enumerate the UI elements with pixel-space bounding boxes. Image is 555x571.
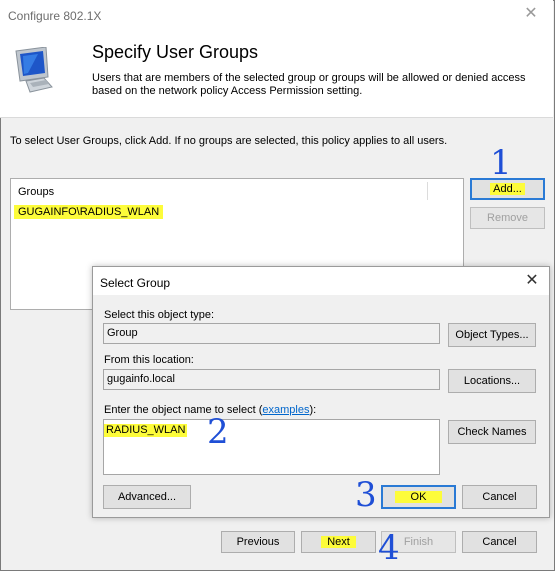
examples-link[interactable]: examples <box>262 404 309 416</box>
advanced-button[interactable]: Advanced... <box>103 485 191 509</box>
column-separator[interactable] <box>427 182 428 200</box>
object-name-label-suffix: ): <box>309 404 317 416</box>
page-description: Users that are members of the selected g… <box>92 72 526 97</box>
object-type-field: Group <box>103 323 440 344</box>
object-name-value: RADIUS_WLAN <box>104 424 188 437</box>
close-icon[interactable]: ✕ <box>519 4 543 24</box>
dialog-title: Select Group <box>100 276 171 290</box>
dialog-close-icon[interactable]: ✕ <box>522 271 542 291</box>
object-types-button[interactable]: Object Types... <box>448 323 536 347</box>
ok-button[interactable]: OK <box>381 485 456 509</box>
instruction-text: To select User Groups, click Add. If no … <box>10 135 448 147</box>
dialog-cancel-button[interactable]: Cancel <box>462 485 537 509</box>
monitor-icon <box>15 47 53 93</box>
locations-button[interactable]: Locations... <box>448 369 536 393</box>
annotation-step-1: 1 <box>490 143 512 183</box>
check-names-button[interactable]: Check Names <box>448 420 536 444</box>
previous-button[interactable]: Previous <box>221 531 295 553</box>
window-title: Configure 802.1X <box>8 9 102 23</box>
next-button[interactable]: Next <box>301 531 376 553</box>
page-title: Specify User Groups <box>92 42 259 62</box>
annotation-step-3: 3 <box>355 475 377 515</box>
location-field: gugainfo.local <box>103 369 440 390</box>
cancel-button[interactable]: Cancel <box>462 531 537 553</box>
object-name-label-prefix: Enter the object name to select ( <box>104 404 263 416</box>
annotation-step-4: 4 <box>378 528 400 568</box>
add-button-label: Add... <box>490 183 525 195</box>
remove-button[interactable]: Remove <box>470 207 545 229</box>
location-label: From this location: <box>104 354 194 366</box>
object-type-label: Select this object type: <box>104 309 215 321</box>
annotation-step-2: 2 <box>207 412 229 452</box>
list-item[interactable]: GUGAINFO\RADIUS_WLAN <box>14 205 164 219</box>
next-button-label: Next <box>321 536 356 548</box>
groups-column-header: Groups <box>18 186 55 198</box>
ok-button-label: OK <box>394 491 443 503</box>
